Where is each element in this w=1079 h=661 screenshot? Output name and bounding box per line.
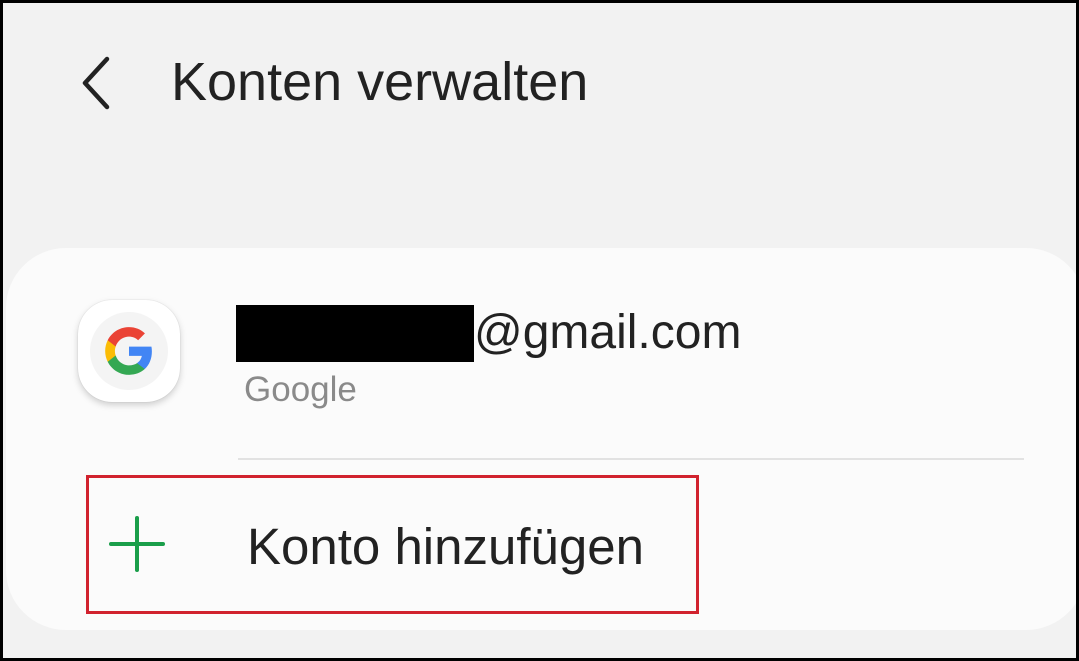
add-account-button[interactable]: Konto hinzufügen [86, 475, 699, 614]
back-button[interactable] [61, 43, 133, 123]
google-g-icon [105, 327, 152, 375]
account-email: @gmail.com [236, 303, 741, 363]
email-redaction [236, 304, 474, 362]
account-item-google[interactable]: @gmail.com Google [6, 248, 1076, 458]
plus-icon [109, 516, 165, 572]
email-domain: @gmail.com [474, 306, 742, 359]
chevron-left-icon [82, 56, 110, 110]
screen-frame: Konten verwalten @gmail.com Google Konto… [0, 0, 1079, 661]
google-app-icon [78, 300, 180, 402]
accounts-card: @gmail.com Google Konto hinzufügen [6, 248, 1076, 630]
app-header: Konten verwalten [3, 3, 1076, 163]
add-account-label: Konto hinzufügen [247, 518, 644, 575]
page-title: Konten verwalten [171, 52, 589, 112]
account-provider: Google [244, 370, 357, 409]
divider [238, 458, 1024, 460]
